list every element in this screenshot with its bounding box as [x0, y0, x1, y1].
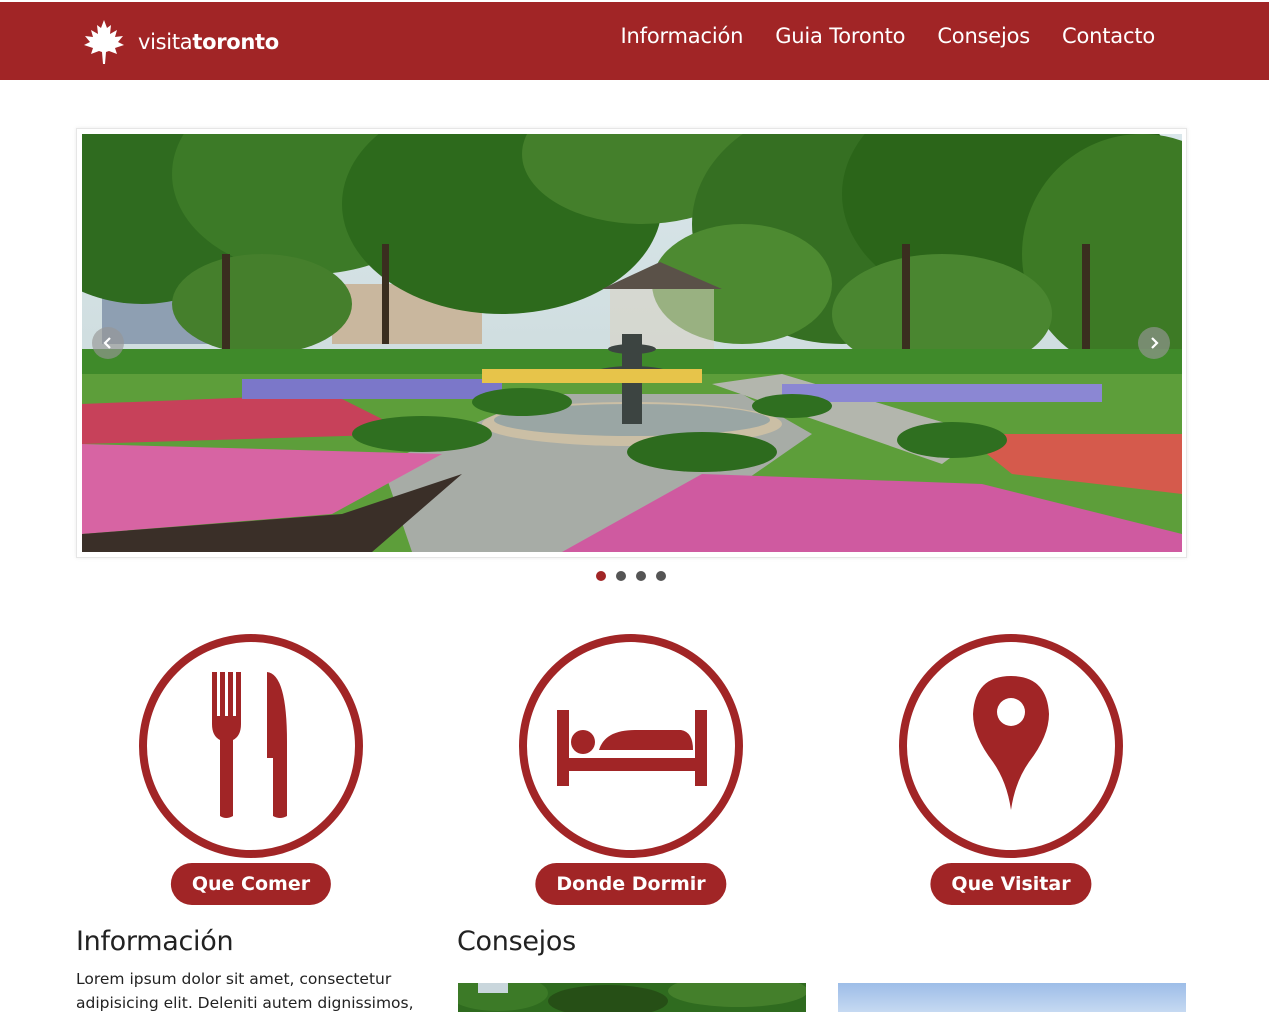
- nav-item-informacion[interactable]: Información: [621, 24, 744, 48]
- consejos-thumbnail-2[interactable]: [838, 983, 1186, 1012]
- main-nav: Información Guia Toronto Consejos Contac…: [621, 24, 1156, 48]
- map-pin-icon: [899, 634, 1123, 858]
- bed-icon: [519, 634, 743, 858]
- nav-item-contacto[interactable]: Contacto: [1062, 24, 1155, 48]
- maple-leaf-icon: [84, 20, 124, 64]
- feature-que-visitar: Que Visitar: [897, 632, 1125, 905]
- carousel-dot-3[interactable]: [636, 571, 646, 581]
- informacion-text: Lorem ipsum dolor sit amet, consectetur …: [76, 970, 414, 1012]
- carousel-dot-4[interactable]: [656, 571, 666, 581]
- donde-dormir-button[interactable]: Donde Dormir: [535, 863, 727, 905]
- que-visitar-button[interactable]: Que Visitar: [930, 863, 1092, 905]
- logo-wordmark: visitatoronto: [138, 30, 279, 54]
- nav-item-guia-toronto[interactable]: Guia Toronto: [775, 24, 905, 48]
- carousel-next-button[interactable]: [1138, 327, 1170, 359]
- image-carousel: [76, 128, 1187, 558]
- logo-text-light: visita: [138, 30, 193, 54]
- site-header: visitatoronto Información Guia Toronto C…: [0, 0, 1269, 80]
- carousel-slide: [82, 134, 1182, 552]
- feature-donde-dormir: Donde Dormir: [517, 632, 745, 905]
- que-comer-button[interactable]: Que Comer: [170, 863, 332, 905]
- carousel-dot-1[interactable]: [596, 571, 606, 581]
- chevron-right-icon: [1151, 337, 1159, 349]
- logo-text-bold: toronto: [192, 30, 279, 54]
- sky-thumbnail-photo: [838, 983, 1186, 1012]
- carousel-indicators: [596, 571, 666, 581]
- feature-que-comer: Que Comer: [137, 632, 365, 905]
- nav-item-consejos[interactable]: Consejos: [937, 24, 1030, 48]
- garden-thumbnail-photo: [458, 983, 806, 1012]
- logo-link[interactable]: visitatoronto: [80, 18, 279, 66]
- chevron-left-icon: [103, 337, 111, 349]
- garden-fountain-photo: [82, 134, 1182, 552]
- consejos-heading: Consejos: [457, 926, 576, 957]
- carousel-dot-2[interactable]: [616, 571, 626, 581]
- utensils-icon: [139, 634, 363, 858]
- informacion-heading: Información: [76, 926, 234, 957]
- carousel-prev-button[interactable]: [92, 327, 124, 359]
- consejos-thumbnail-1[interactable]: [458, 983, 806, 1012]
